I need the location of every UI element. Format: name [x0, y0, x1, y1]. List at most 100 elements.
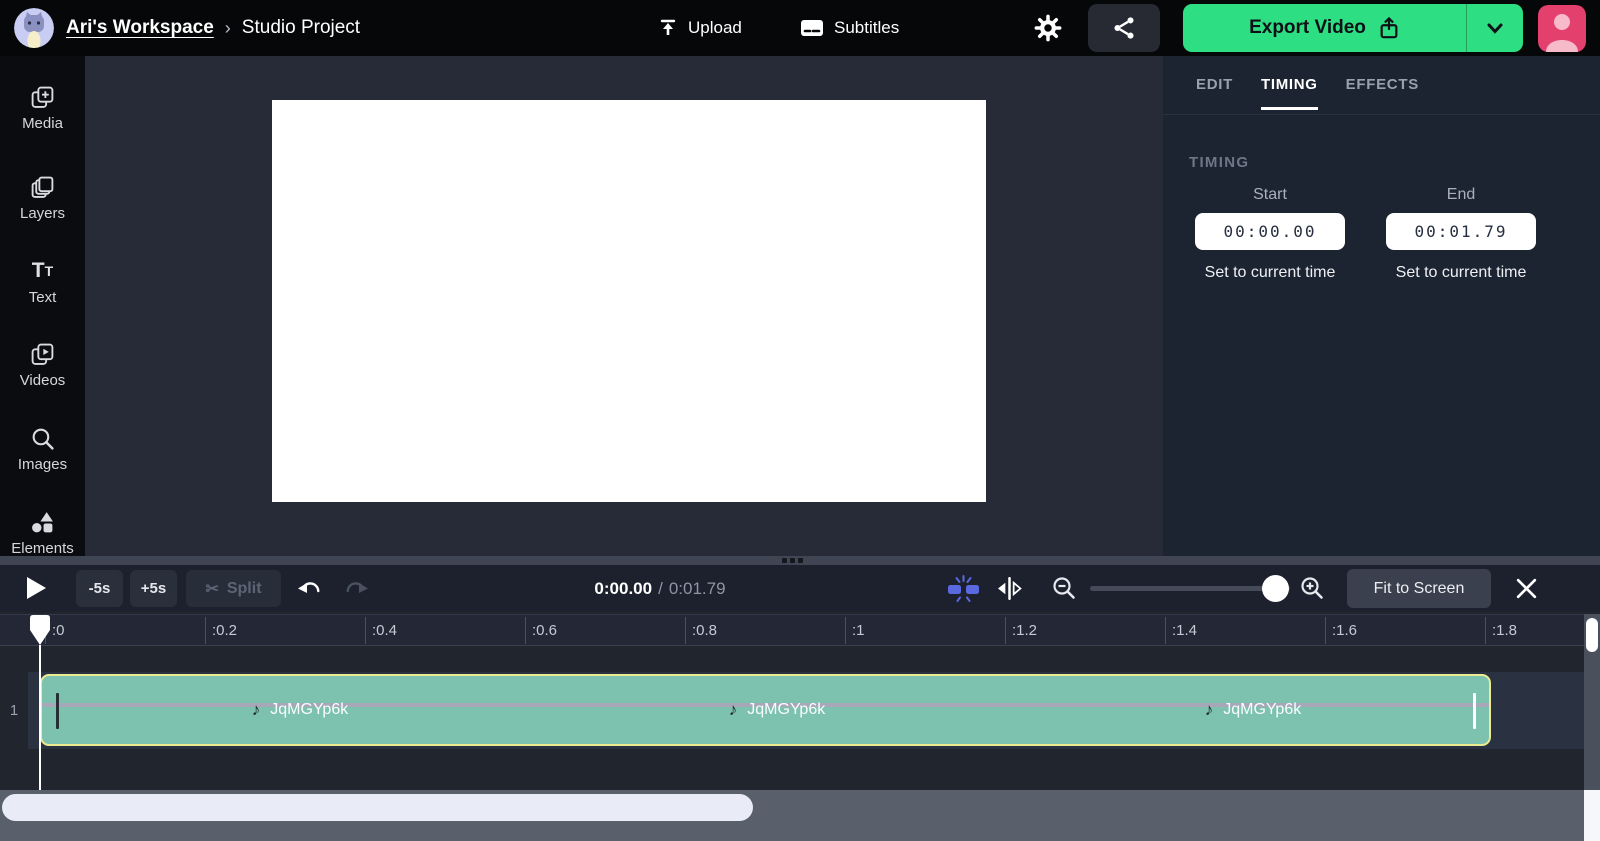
ruler-tick: :1.8 [1485, 617, 1517, 644]
scrollbar-corner [1584, 790, 1600, 841]
undo-icon [298, 582, 320, 593]
set-end-to-current-link[interactable]: Set to current time [1396, 264, 1527, 282]
vertical-scrollbar-thumb[interactable] [1586, 618, 1598, 652]
sidebar-label: Elements [11, 540, 74, 557]
playhead-line [39, 645, 41, 790]
ruler-tick: :0.6 [525, 617, 557, 644]
zoom-out-button[interactable] [1051, 575, 1077, 606]
jump-back-5s-button[interactable]: -5s [76, 570, 123, 607]
cat-avatar-icon [14, 8, 54, 48]
horizontal-scrollbar-thumb[interactable] [2, 794, 753, 821]
playhead[interactable] [29, 614, 51, 651]
sidebar-label: Videos [19, 372, 66, 389]
jump-forward-5s-button[interactable]: +5s [130, 570, 177, 607]
music-note-icon: ♪ [251, 700, 261, 719]
fit-to-screen-button[interactable]: Fit to Screen [1347, 569, 1491, 608]
tabs-divider [1163, 114, 1600, 115]
top-bar: Ari's Workspace › Studio Project Upload … [0, 0, 1600, 56]
panel-tabs: EDIT TIMING EFFECTS [1196, 76, 1419, 110]
user-avatar[interactable] [1538, 5, 1586, 52]
redo-button[interactable] [345, 578, 369, 603]
ruler-tick: :0.2 [205, 617, 237, 644]
timing-section-title: TIMING [1189, 154, 1250, 171]
right-panel: EDIT TIMING EFFECTS TIMING Start Set to … [1163, 56, 1600, 556]
zoom-out-icon [1053, 577, 1075, 599]
timeline-resize-handle[interactable] [0, 556, 1600, 565]
split-label: Split [226, 579, 262, 597]
videos-icon [30, 341, 55, 367]
start-time-input[interactable] [1195, 213, 1345, 250]
zoom-in-button[interactable] [1299, 575, 1325, 606]
slider-knob[interactable] [1262, 575, 1289, 602]
clip-label: ♪ JqMGYp6k [728, 700, 826, 719]
workspace-link[interactable]: Ari's Workspace [66, 17, 214, 39]
waveform-start-bar [56, 693, 59, 729]
sidebar-item-text[interactable]: TT Text [0, 258, 85, 307]
breadcrumb: Ari's Workspace › Studio Project [66, 0, 360, 56]
tab-effects[interactable]: EFFECTS [1346, 76, 1419, 110]
export-options-button[interactable] [1467, 4, 1523, 52]
music-note-icon: ♪ [728, 700, 738, 719]
sidebar-item-images[interactable]: Images [0, 425, 85, 473]
start-time-group: Start Set to current time [1195, 186, 1345, 282]
close-timeline-button[interactable] [1514, 576, 1539, 606]
set-start-to-current-link[interactable]: Set to current time [1205, 264, 1336, 282]
timeline-ruler[interactable]: :0 :0.2 :0.4 :0.6 :0.8 :1 :1.2 :1.4 :1.6… [0, 614, 1584, 646]
drag-dots-icon [782, 558, 803, 563]
audio-clip[interactable]: ♪ JqMGYp6k ♪ JqMGYp6k ♪ JqMGYp6k [40, 674, 1491, 746]
split-button[interactable]: ✂ Split [186, 570, 281, 607]
ruler-tick: :1.2 [1005, 617, 1037, 644]
ruler-tick: :1.4 [1165, 617, 1197, 644]
export-icon [1380, 16, 1398, 39]
horizontal-scrollbar[interactable] [0, 790, 1584, 841]
settings-button[interactable] [1032, 13, 1064, 43]
sidebar-item-videos[interactable]: Videos [0, 341, 85, 389]
clip-label: ♪ JqMGYp6k [251, 700, 349, 719]
timecode-display: 0:00.00 / 0:01.79 [560, 565, 760, 612]
snap-toggle-button[interactable] [944, 574, 984, 607]
music-note-icon: ♪ [1204, 700, 1214, 719]
ruler-tick: :1.6 [1325, 617, 1357, 644]
timeline-zoom-slider[interactable] [1090, 565, 1290, 612]
play-button[interactable] [27, 577, 46, 599]
total-time: 0:01.79 [668, 578, 726, 598]
clip-label: ♪ JqMGYp6k [1204, 700, 1302, 719]
upload-label: Upload [688, 18, 742, 37]
video-canvas[interactable] [272, 100, 986, 502]
shapes-icon [30, 509, 55, 535]
split-view-button[interactable] [997, 577, 1022, 605]
tab-edit[interactable]: EDIT [1196, 76, 1233, 110]
snap-icon [948, 575, 979, 602]
end-time-group: End Set to current time [1386, 186, 1536, 282]
gear-icon [1034, 14, 1062, 42]
sidebar-label: Media [22, 115, 63, 132]
sidebar-item-media[interactable]: Media [0, 84, 85, 132]
slider-track[interactable] [1090, 586, 1290, 591]
split-view-icon [998, 577, 1022, 600]
tab-timing[interactable]: TIMING [1260, 76, 1318, 110]
breadcrumb-separator: › [224, 17, 231, 38]
vertical-scrollbar[interactable] [1584, 614, 1600, 790]
ruler-tick: :0.4 [365, 617, 397, 644]
workspace-avatar[interactable] [14, 8, 54, 48]
subtitles-label: Subtitles [834, 18, 900, 37]
sidebar-label: Images [17, 456, 68, 473]
sidebar-item-elements[interactable]: Elements [0, 509, 85, 557]
track-number: 1 [9, 702, 19, 719]
share-icon [1114, 17, 1134, 39]
scissors-icon: ✂ [205, 580, 219, 598]
export-video-main[interactable]: Export Video [1183, 4, 1466, 52]
undo-button[interactable] [297, 578, 321, 603]
subtitles-button[interactable]: Subtitles [800, 0, 899, 56]
sidebar-item-layers[interactable]: Layers [0, 174, 85, 222]
upload-icon [660, 19, 676, 35]
layers-icon [30, 174, 55, 200]
project-title[interactable]: Studio Project [242, 17, 360, 39]
upload-button[interactable]: Upload [658, 0, 742, 56]
export-video-button[interactable]: Export Video [1183, 4, 1523, 52]
timeline: :0 :0.2 :0.4 :0.6 :0.8 :1 :1.2 :1.4 :1.6… [0, 612, 1600, 841]
time-separator: / [658, 578, 663, 598]
left-sidebar: Media Layers TT Text Videos Images Eleme… [0, 56, 85, 557]
end-time-input[interactable] [1386, 213, 1536, 250]
share-button[interactable] [1088, 4, 1160, 52]
